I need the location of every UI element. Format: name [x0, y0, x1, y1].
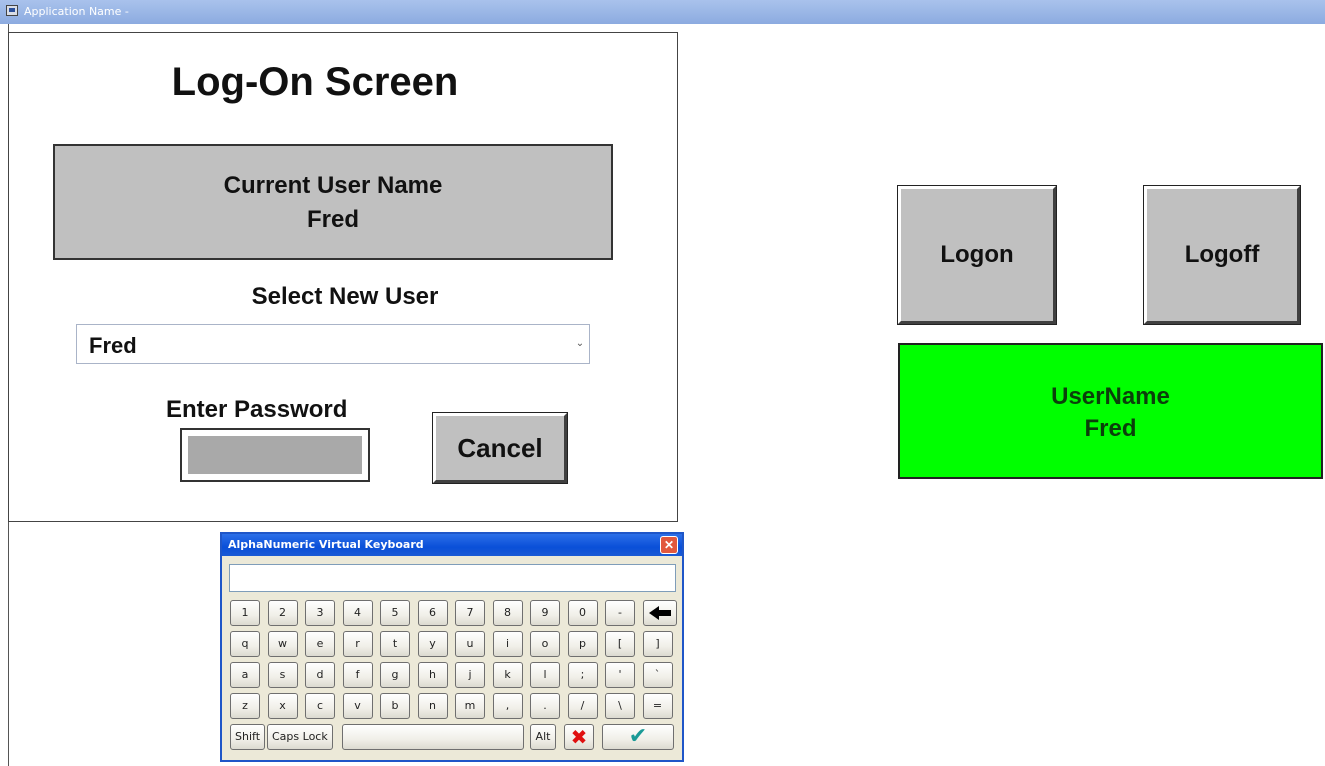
- key-32[interactable]: l: [530, 662, 560, 688]
- key-13[interactable]: w: [267, 631, 298, 657]
- key-3[interactable]: 4: [342, 600, 373, 626]
- keyboard-title-bar[interactable]: AlphaNumeric Virtual Keyboard ✕: [222, 534, 682, 556]
- key-14[interactable]: e: [305, 631, 335, 657]
- logoff-button[interactable]: Logoff: [1143, 185, 1301, 325]
- key-33[interactable]: ;: [567, 662, 598, 688]
- key-43[interactable]: ,: [492, 693, 523, 719]
- key-38[interactable]: c: [305, 693, 335, 719]
- key-45[interactable]: /: [567, 693, 598, 719]
- backspace-arrow-icon: [648, 606, 659, 620]
- keyboard-display-input[interactable]: [229, 564, 676, 592]
- backspace-key[interactable]: [642, 600, 677, 626]
- key-42[interactable]: m: [455, 693, 485, 719]
- key-7[interactable]: 8: [492, 600, 523, 626]
- key-26[interactable]: d: [305, 662, 335, 688]
- select-user-label: Select New User: [251, 283, 439, 310]
- key-15[interactable]: r: [342, 631, 373, 657]
- key-23[interactable]: ]: [642, 631, 673, 657]
- key-37[interactable]: x: [267, 693, 298, 719]
- key-41[interactable]: n: [417, 693, 448, 719]
- key-21[interactable]: p: [567, 631, 598, 657]
- key-40[interactable]: b: [380, 693, 410, 719]
- cancel-key[interactable]: ✖: [564, 724, 594, 750]
- password-input[interactable]: [188, 436, 362, 474]
- key-39[interactable]: v: [342, 693, 373, 719]
- cancel-button[interactable]: Cancel: [432, 412, 568, 484]
- key-24[interactable]: a: [230, 662, 260, 688]
- shift-key[interactable]: Shift: [230, 724, 266, 750]
- key-0[interactable]: 1: [230, 600, 260, 626]
- logon-button[interactable]: Logon: [897, 185, 1057, 325]
- key-6[interactable]: 7: [455, 600, 485, 626]
- password-field[interactable]: [180, 428, 370, 482]
- key-29[interactable]: h: [417, 662, 448, 688]
- key-4[interactable]: 5: [380, 600, 410, 626]
- selected-user: Fred: [89, 333, 137, 358]
- key-46[interactable]: \: [605, 693, 635, 719]
- key-28[interactable]: g: [380, 662, 410, 688]
- key-22[interactable]: [: [605, 631, 635, 657]
- current-user-value: Fred: [306, 206, 359, 233]
- key-44[interactable]: .: [530, 693, 560, 719]
- enter-key[interactable]: ✔: [602, 724, 674, 750]
- key-17[interactable]: y: [417, 631, 448, 657]
- key-27[interactable]: f: [342, 662, 373, 688]
- password-label: Enter Password: [166, 396, 348, 423]
- close-icon[interactable]: ✕: [660, 536, 678, 554]
- current-user-box: Current User Name Fred: [53, 144, 613, 260]
- backspace-tail: [658, 610, 671, 616]
- key-30[interactable]: j: [455, 662, 485, 688]
- page-title: Log-On Screen: [171, 60, 459, 104]
- key-8[interactable]: 9: [530, 600, 560, 626]
- app-icon: [6, 5, 18, 16]
- key-34[interactable]: ': [605, 662, 635, 688]
- alt-key[interactable]: Alt: [530, 724, 556, 750]
- key-1[interactable]: 2: [267, 600, 298, 626]
- red-x-icon: ✖: [570, 725, 588, 749]
- caps-lock-key[interactable]: Caps Lock: [267, 724, 333, 750]
- key-16[interactable]: t: [380, 631, 410, 657]
- key-47[interactable]: =: [642, 693, 673, 719]
- virtual-keyboard-window: AlphaNumeric Virtual Keyboard ✕ 12345678…: [220, 532, 684, 762]
- window-title: Application Name -: [24, 5, 129, 18]
- key-5[interactable]: 6: [417, 600, 448, 626]
- key-19[interactable]: i: [492, 631, 523, 657]
- key-2[interactable]: 3: [305, 600, 335, 626]
- title-bar: Application Name -: [0, 0, 1325, 24]
- username-value: Fred: [1084, 415, 1137, 442]
- current-user-label: Current User Name: [223, 172, 443, 199]
- key-10[interactable]: -: [605, 600, 635, 626]
- key-35[interactable]: `: [642, 662, 673, 688]
- checkmark-icon: ✔: [628, 724, 648, 749]
- username-label: UserName: [1051, 383, 1170, 410]
- space-key[interactable]: [342, 724, 524, 750]
- user-select-dropdown[interactable]: Fred ⌄: [76, 324, 590, 364]
- key-12[interactable]: q: [230, 631, 260, 657]
- chevron-down-icon[interactable]: ⌄: [573, 327, 587, 361]
- key-25[interactable]: s: [267, 662, 298, 688]
- key-31[interactable]: k: [492, 662, 523, 688]
- username-status-box: UserName Fred: [898, 343, 1323, 479]
- key-18[interactable]: u: [455, 631, 485, 657]
- keyboard-title: AlphaNumeric Virtual Keyboard: [228, 538, 424, 551]
- key-9[interactable]: 0: [567, 600, 598, 626]
- key-36[interactable]: z: [230, 693, 260, 719]
- key-20[interactable]: o: [530, 631, 560, 657]
